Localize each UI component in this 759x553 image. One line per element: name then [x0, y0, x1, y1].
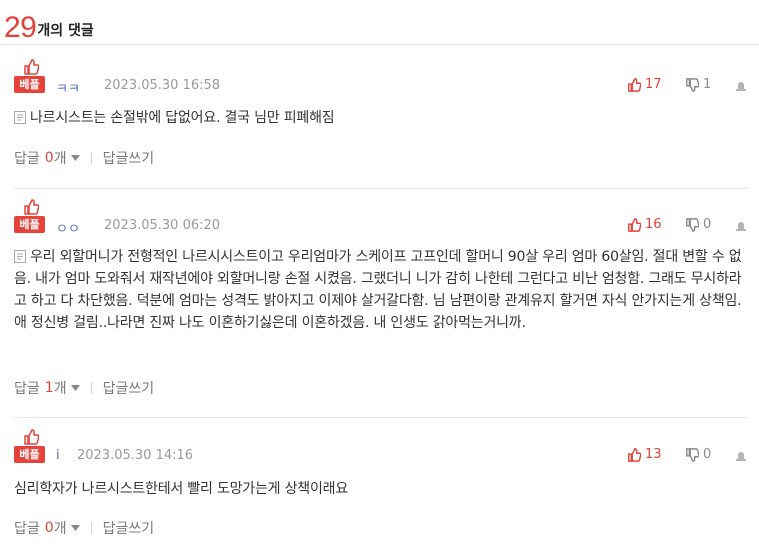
- comment-body: 심리학자가 나르시스트한테서 빨리 도망가는게 상책이래요: [14, 481, 348, 497]
- reply-unit: 개: [53, 381, 67, 397]
- comment-divider: [14, 417, 747, 418]
- thumbs-up-icon: [628, 447, 641, 462]
- reply-count: 0: [44, 150, 54, 166]
- write-reply-button[interactable]: 답글쓰기: [103, 378, 155, 398]
- downvote-count: 0: [703, 447, 712, 462]
- action-divider: [90, 152, 92, 164]
- upvote-button[interactable]: 17: [627, 77, 685, 92]
- reply-label: 답글: [14, 381, 40, 397]
- comment-divider: [14, 188, 747, 189]
- downvote-button[interactable]: 0: [685, 447, 733, 462]
- downvote-button[interactable]: 1: [685, 77, 733, 92]
- vote-controls: 17 1: [627, 77, 747, 92]
- reply-count: 1: [44, 380, 54, 396]
- document-icon: [14, 111, 26, 124]
- report-button[interactable]: [733, 79, 747, 91]
- best-badge-label: 베플: [14, 76, 45, 93]
- vote-controls: 13 0: [627, 447, 747, 462]
- reply-toggle-button[interactable]: 답글 0개: [14, 148, 91, 168]
- reply-unit: 개: [53, 151, 67, 167]
- best-badge-label: 베플: [14, 446, 45, 463]
- action-divider: [90, 522, 92, 534]
- upvote-count: 17: [645, 77, 662, 92]
- vote-controls: 16 0: [627, 217, 747, 232]
- upvote-button[interactable]: 13: [627, 447, 685, 462]
- comment-text: 나르시스트는 손절밖에 답없어요. 결국 님만 피폐해짐: [14, 107, 747, 129]
- comment-meta: 베플 ㅇㅇ 2023.05.30 06:20 16 0: [14, 199, 747, 237]
- comment-item: 베플 ㅇㅇ 2023.05.30 06:20 16 0 우리 외할머니가 전형적…: [14, 199, 747, 409]
- comment-body: 나르시스트는 손절밖에 답없어요. 결국 님만 피폐해짐: [30, 110, 335, 126]
- comment-nickname[interactable]: i: [56, 448, 60, 463]
- downvote-count: 0: [703, 217, 712, 232]
- comment-meta: 베플 i 2023.05.30 14:16 13 0: [14, 429, 747, 465]
- best-comment-badge: 베플: [14, 199, 46, 233]
- action-divider: [90, 382, 92, 394]
- comment-count-label: 개의 댓글: [37, 23, 94, 39]
- comment-nickname[interactable]: ㅇㅇ: [56, 218, 80, 237]
- document-icon: [14, 250, 26, 263]
- comment-text: 우리 외할머니가 전형적인 나르시시스트이고 우리엄마가 스케이프 고프인데 할…: [14, 246, 747, 334]
- comment-count: 29: [4, 11, 37, 44]
- comment-date: 2023.05.30 06:20: [104, 218, 221, 233]
- reply-unit: 개: [53, 521, 67, 537]
- downvote-button[interactable]: 0: [685, 217, 733, 232]
- comments-header: 29 개의 댓글: [4, 4, 94, 44]
- write-reply-button[interactable]: 답글쓰기: [103, 518, 155, 538]
- upvote-button[interactable]: 16: [627, 217, 685, 232]
- thumbs-up-icon: [24, 59, 39, 75]
- best-badge-label: 베플: [14, 216, 45, 233]
- write-reply-button[interactable]: 답글쓰기: [103, 148, 155, 168]
- best-comment-badge: 베플: [14, 429, 46, 463]
- thumbs-up-icon: [628, 77, 641, 92]
- siren-icon: [736, 81, 746, 91]
- report-button[interactable]: [733, 449, 747, 461]
- report-button[interactable]: [733, 219, 747, 231]
- reply-label: 답글: [14, 521, 40, 537]
- thumbs-up-icon: [24, 429, 39, 445]
- reply-toggle-button[interactable]: 답글 0개: [14, 518, 91, 538]
- thumbs-up-icon: [628, 217, 641, 232]
- comment-body: 우리 외할머니가 전형적인 나르시시스트이고 우리엄마가 스케이프 고프인데 할…: [14, 249, 742, 331]
- comment-date: 2023.05.30 14:16: [77, 448, 194, 463]
- comment-actions: 답글 0개 답글쓰기: [14, 148, 154, 168]
- thumbs-up-icon: [24, 199, 39, 215]
- comment-actions: 답글 1개 답글쓰기: [14, 378, 154, 398]
- reply-count: 0: [44, 520, 54, 536]
- thumbs-down-icon: [686, 217, 699, 232]
- comment-item: 베플 i 2023.05.30 14:16 13 0 심리학자가 나르시스트한테…: [14, 429, 747, 549]
- downvote-count: 1: [703, 77, 712, 92]
- comment-meta: 베플 ㅋㅋ 2023.05.30 16:58 17 1: [14, 59, 747, 97]
- comment-nickname[interactable]: ㅋㅋ: [56, 78, 80, 97]
- comment-date: 2023.05.30 16:58: [104, 78, 221, 93]
- reply-toggle-button[interactable]: 답글 1개: [14, 378, 91, 398]
- comment-text: 심리학자가 나르시스트한테서 빨리 도망가는게 상책이래요: [14, 478, 747, 500]
- upvote-count: 16: [645, 217, 662, 232]
- caret-down-icon: [70, 155, 80, 161]
- siren-icon: [736, 451, 746, 461]
- siren-icon: [736, 221, 746, 231]
- caret-down-icon: [70, 385, 80, 391]
- best-comment-badge: 베플: [14, 59, 46, 93]
- header-divider: [0, 44, 759, 45]
- thumbs-down-icon: [686, 77, 699, 92]
- caret-down-icon: [70, 525, 80, 531]
- comment-item: 베플 ㅋㅋ 2023.05.30 16:58 17 1 나르시스트는 손절밖에 …: [14, 59, 747, 179]
- comment-actions: 답글 0개 답글쓰기: [14, 518, 154, 538]
- reply-label: 답글: [14, 151, 40, 167]
- thumbs-down-icon: [686, 447, 699, 462]
- upvote-count: 13: [645, 447, 662, 462]
